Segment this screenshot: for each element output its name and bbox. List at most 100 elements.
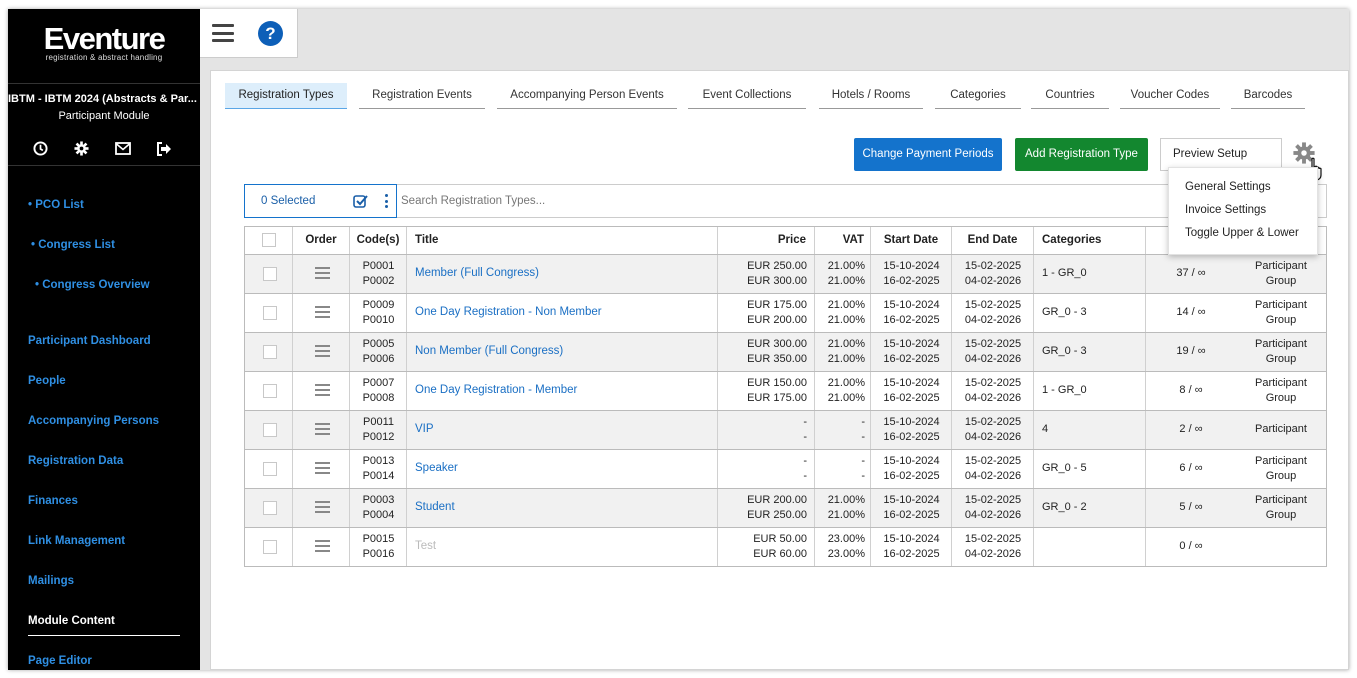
drag-handle-icon[interactable]	[315, 462, 330, 475]
nav-item-pco-list[interactable]: • PCO List	[28, 199, 84, 211]
row-checkbox[interactable]	[263, 423, 277, 437]
title-link[interactable]: Member (Full Congress)	[415, 255, 715, 293]
change-payment-periods-button[interactable]: Change Payment Periods	[854, 138, 1002, 171]
tab-countries[interactable]: Countries	[1031, 83, 1109, 109]
more-options-icon[interactable]	[383, 194, 389, 210]
price: EUR 175.00	[747, 299, 807, 311]
start-date: 15-10-2024	[883, 299, 940, 311]
drag-handle-icon[interactable]	[315, 306, 330, 319]
title-link[interactable]: Test	[415, 528, 715, 566]
nav-item-page-editor[interactable]: Page Editor	[28, 655, 92, 667]
price: EUR 250.00	[747, 260, 807, 272]
tab-categories[interactable]: Categories	[935, 83, 1021, 109]
nav-item-module-content[interactable]: Module Content	[28, 615, 115, 627]
row-checkbox[interactable]	[263, 345, 277, 359]
drag-handle-icon[interactable]	[315, 540, 330, 553]
menu-icon[interactable]	[212, 24, 234, 42]
tab-event-collections[interactable]: Event Collections	[688, 83, 806, 109]
nav-item-finances[interactable]: Finances	[28, 495, 78, 507]
column-header-title[interactable]: Title	[407, 227, 718, 254]
gear-icon[interactable]	[72, 140, 91, 157]
column-header-codes[interactable]: Code(s)	[350, 227, 407, 254]
end-date-cell: 15-02-2025 04-02-2026	[952, 372, 1034, 410]
menu-item-general-settings[interactable]: General Settings	[1185, 181, 1271, 193]
table-row[interactable]: P0013 P0014 Speaker - - - -15-10-2024 16-02-202…	[244, 450, 1327, 489]
table-row[interactable]: P0015 P0016 Test EUR 50.00 EUR 60.00 23.00% 23…	[244, 528, 1327, 567]
column-divider	[717, 333, 718, 371]
table-row[interactable]: P0003 P0004 Student EUR 200.00 EUR 250.00 21.…	[244, 489, 1327, 528]
table-row[interactable]: P0001 P0002 Member (Full Congress) EUR 250.…	[244, 255, 1327, 294]
tab-barcodes[interactable]: Barcodes	[1231, 83, 1305, 109]
brand-name: Eventure	[43, 21, 166, 56]
table-row[interactable]: P0011 P0012 VIP - - - -15-10-2024 16-02-2025 15-…	[244, 411, 1327, 450]
availability-cell: 6 / ∞	[1179, 462, 1203, 474]
column-header-categories[interactable]: Categories	[1034, 227, 1146, 254]
code: P0007	[362, 377, 395, 389]
nav-item-registration-data[interactable]: Registration Data	[28, 455, 123, 467]
row-checkbox[interactable]	[263, 540, 277, 554]
tab-registration-types[interactable]: Registration Types	[225, 83, 347, 109]
title-link[interactable]: Speaker	[415, 450, 715, 488]
drag-handle-icon[interactable]	[315, 384, 330, 397]
title-link[interactable]: One Day Registration - Member	[415, 372, 715, 410]
title-link[interactable]: Non Member (Full Congress)	[415, 333, 715, 371]
column-header-vat[interactable]: VAT	[815, 227, 871, 254]
drag-handle-icon[interactable]	[315, 501, 330, 514]
nav-item-mailings[interactable]: Mailings	[28, 575, 74, 587]
vat: -	[861, 470, 865, 482]
nav-item-link-management[interactable]: Link Management	[28, 535, 125, 547]
row-checkbox[interactable]	[263, 501, 277, 515]
table-row[interactable]: P0005 P0006 Non Member (Full Congress) EUR …	[244, 333, 1327, 372]
select-all-checkbox[interactable]	[262, 233, 276, 247]
group-line: Participant	[1255, 423, 1307, 435]
row-checkbox[interactable]	[263, 267, 277, 281]
brand-logo[interactable]: Eventure registration & abstract handlin…	[8, 21, 200, 63]
column-divider	[717, 411, 718, 449]
column-header-start-date[interactable]: Start Date	[871, 227, 952, 254]
drag-handle-icon[interactable]	[315, 423, 330, 436]
group-line: Participant	[1255, 299, 1307, 311]
code: P0006	[362, 353, 395, 365]
nav-item-people[interactable]: People	[28, 375, 66, 387]
availability-cell: 0 / ∞	[1179, 540, 1203, 552]
column-header-price[interactable]: Price	[718, 227, 815, 254]
drag-handle-icon[interactable]	[315, 345, 330, 358]
table-row[interactable]: P0009 P0010 One Day Registration - Non Mem…	[244, 294, 1327, 333]
nav-item-accompanying-persons[interactable]: Accompanying Persons	[28, 415, 159, 427]
nav-item-participant-dashboard[interactable]: Participant Dashboard	[28, 335, 151, 347]
categories-cell: GR_0 - 2	[1042, 501, 1087, 513]
menu-item-invoice-settings[interactable]: Invoice Settings	[1185, 204, 1266, 216]
help-icon[interactable]: ?	[258, 21, 283, 46]
clock-icon[interactable]	[31, 140, 50, 157]
menu-item-toggle-upper-lower[interactable]: Toggle Upper & Lower	[1185, 227, 1299, 239]
nav-item-congress-list[interactable]: • Congress List	[31, 239, 115, 251]
tab-registration-events[interactable]: Registration Events	[359, 83, 485, 109]
row-checkbox[interactable]	[263, 384, 277, 398]
column-header-order[interactable]: Order	[293, 227, 350, 254]
add-registration-type-button[interactable]: Add Registration Type	[1015, 138, 1148, 171]
vat: 21.00%	[827, 377, 865, 389]
tab-voucher-codes[interactable]: Voucher Codes	[1120, 83, 1220, 109]
drag-handle-icon[interactable]	[315, 267, 330, 280]
title-link[interactable]: Student	[415, 489, 715, 527]
select-all-check-icon[interactable]	[353, 194, 368, 209]
title-link[interactable]: VIP	[415, 411, 715, 449]
row-checkbox[interactable]	[263, 462, 277, 476]
selection-box[interactable]: 0 Selected	[244, 184, 397, 218]
column-divider	[951, 333, 952, 371]
vat-cell: 21.00% 21.00%	[815, 333, 871, 371]
tab-hotels-rooms[interactable]: Hotels / Rooms	[819, 83, 923, 109]
code: P0011	[363, 416, 394, 428]
title-link[interactable]: One Day Registration - Non Member	[415, 294, 715, 332]
row-checkbox[interactable]	[263, 306, 277, 320]
column-divider	[870, 333, 871, 371]
column-header-end-date[interactable]: End Date	[952, 227, 1034, 254]
logout-icon[interactable]	[154, 140, 173, 157]
start-date: 16-02-2025	[883, 470, 940, 482]
end-date: 15-02-2025	[964, 260, 1022, 272]
nav-item-congress-overview[interactable]: • Congress Overview	[35, 279, 150, 291]
envelope-icon[interactable]	[113, 140, 132, 157]
tab-accompanying-person-events[interactable]: Accompanying Person Events	[497, 83, 677, 109]
table-row[interactable]: P0007 P0008 One Day Registration - Member E…	[244, 372, 1327, 411]
codes-cell: P0013 P0014	[350, 450, 407, 488]
